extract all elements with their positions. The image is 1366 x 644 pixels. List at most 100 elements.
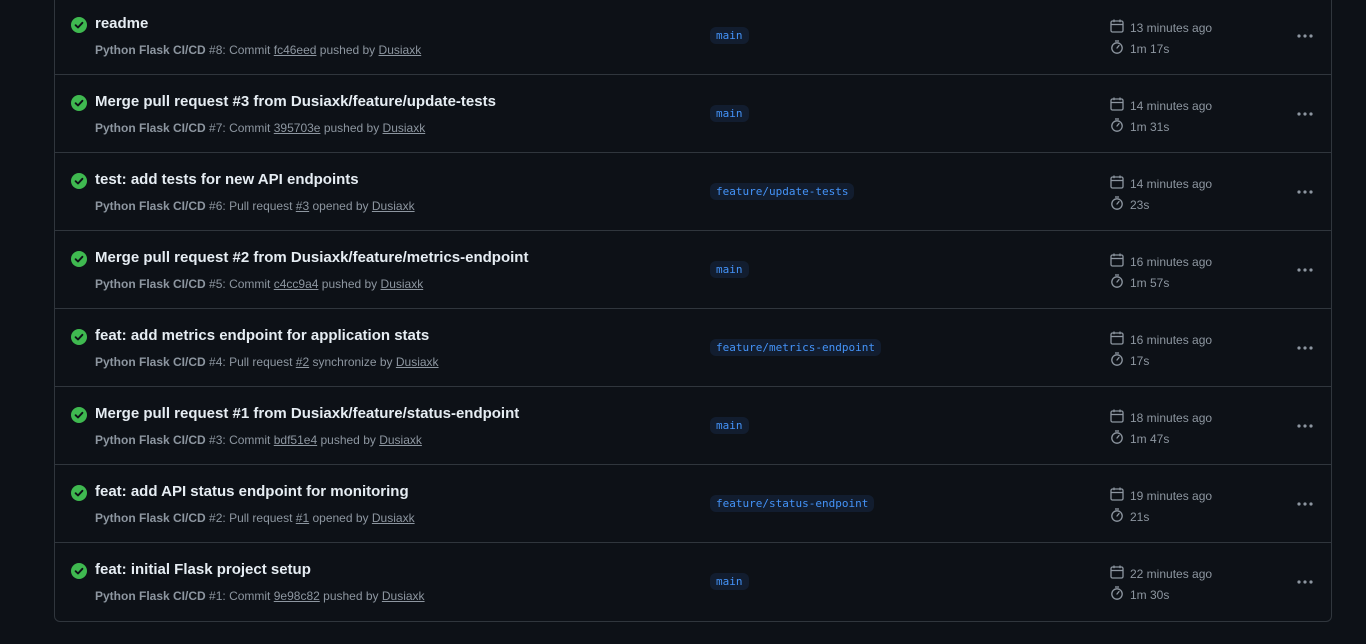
kebab-horizontal-icon <box>1297 346 1313 350</box>
branch-label[interactable]: feature/update-tests <box>710 183 855 200</box>
success-check-icon <box>71 95 87 111</box>
run-title-link[interactable]: test: add tests for new API endpoints <box>95 171 359 188</box>
ref-link[interactable]: 9e98c82 <box>274 589 320 603</box>
run-started: 19 minutes ago <box>1130 488 1213 503</box>
run-number: #7 <box>209 121 223 135</box>
event-type: Commit <box>229 433 271 447</box>
event-action: pushed by <box>323 589 379 603</box>
workflow-name: Python Flask CI/CD <box>95 199 206 213</box>
stopwatch-icon <box>1110 40 1130 57</box>
ref-link[interactable]: 395703e <box>274 121 321 135</box>
run-duration: 1m 17s <box>1130 41 1170 56</box>
run-meta: Python Flask CI/CD #6: Pull request #3 o… <box>95 199 415 213</box>
run-meta: Python Flask CI/CD #3: Commit bdf51e4 pu… <box>95 433 422 447</box>
branch-label[interactable]: main <box>710 261 749 278</box>
run-number: #2 <box>209 511 223 525</box>
run-started: 22 minutes ago <box>1130 566 1213 581</box>
event-action: synchronize by <box>312 355 393 369</box>
success-check-icon <box>71 173 87 189</box>
calendar-icon <box>1110 253 1130 270</box>
run-started: 16 minutes ago <box>1130 332 1213 347</box>
workflow-name: Python Flask CI/CD <box>95 277 206 291</box>
stopwatch-icon <box>1110 274 1130 291</box>
run-title-link[interactable]: feat: initial Flask project setup <box>95 561 311 578</box>
run-started: 14 minutes ago <box>1130 98 1213 113</box>
kebab-menu-button[interactable] <box>1291 415 1319 437</box>
kebab-menu-button[interactable] <box>1291 103 1319 125</box>
event-type: Pull request <box>229 199 293 213</box>
run-number: #1 <box>209 589 223 603</box>
run-title-link[interactable]: Merge pull request #2 from Dusiaxk/featu… <box>95 249 528 266</box>
run-started: 14 minutes ago <box>1130 176 1213 191</box>
event-type: Commit <box>229 589 271 603</box>
branch-label[interactable]: main <box>710 27 749 44</box>
actor-link[interactable]: Dusiaxk <box>383 121 426 135</box>
actor-link[interactable]: Dusiaxk <box>379 433 422 447</box>
actor-link[interactable]: Dusiaxk <box>372 199 415 213</box>
run-number: #5 <box>209 277 223 291</box>
actor-link[interactable]: Dusiaxk <box>379 43 422 57</box>
run-title-link[interactable]: Merge pull request #1 from Dusiaxk/featu… <box>95 405 519 422</box>
branch-label[interactable]: feature/status-endpoint <box>710 495 875 512</box>
workflow-name: Python Flask CI/CD <box>95 589 206 603</box>
actor-link[interactable]: Dusiaxk <box>396 355 439 369</box>
workflow-run-row: Merge pull request #3 from Dusiaxk/featu… <box>55 75 1331 153</box>
run-title-link[interactable]: Merge pull request #3 from Dusiaxk/featu… <box>95 93 496 110</box>
actor-link[interactable]: Dusiaxk <box>381 277 424 291</box>
kebab-menu-button[interactable] <box>1291 571 1319 593</box>
kebab-menu-button[interactable] <box>1291 259 1319 281</box>
kebab-horizontal-icon <box>1297 34 1313 38</box>
event-type: Commit <box>229 121 271 135</box>
kebab-horizontal-icon <box>1297 580 1313 584</box>
kebab-menu-button[interactable] <box>1291 25 1319 47</box>
event-type: Commit <box>229 43 271 57</box>
ref-link[interactable]: bdf51e4 <box>274 433 317 447</box>
ref-link[interactable]: #2 <box>296 355 309 369</box>
ref-link[interactable]: #1 <box>296 511 309 525</box>
run-title-link[interactable]: feat: add API status endpoint for monito… <box>95 483 409 500</box>
run-meta: Python Flask CI/CD #8: Commit fc46eed pu… <box>95 43 422 57</box>
workflow-runs-list: readme Python Flask CI/CD #8: Commit fc4… <box>54 0 1332 622</box>
workflow-name: Python Flask CI/CD <box>95 121 206 135</box>
calendar-icon <box>1110 409 1130 426</box>
calendar-icon <box>1110 487 1130 504</box>
run-title-link[interactable]: feat: add metrics endpoint for applicati… <box>95 327 429 344</box>
kebab-horizontal-icon <box>1297 502 1313 506</box>
stopwatch-icon <box>1110 118 1130 135</box>
run-duration: 1m 31s <box>1130 119 1170 134</box>
kebab-horizontal-icon <box>1297 190 1313 194</box>
workflow-run-row: Merge pull request #1 from Dusiaxk/featu… <box>55 387 1331 465</box>
run-title-link[interactable]: readme <box>95 15 148 32</box>
workflow-run-row: feat: initial Flask project setup Python… <box>55 543 1331 621</box>
branch-label[interactable]: main <box>710 573 749 590</box>
branch-label[interactable]: feature/metrics-endpoint <box>710 339 881 356</box>
kebab-menu-button[interactable] <box>1291 181 1319 203</box>
actor-link[interactable]: Dusiaxk <box>372 511 415 525</box>
success-check-icon <box>71 251 87 267</box>
calendar-icon <box>1110 565 1130 582</box>
success-check-icon <box>71 407 87 423</box>
run-meta: Python Flask CI/CD #7: Commit 395703e pu… <box>95 121 426 135</box>
run-duration: 23s <box>1130 197 1150 212</box>
success-check-icon <box>71 329 87 345</box>
calendar-icon <box>1110 331 1130 348</box>
kebab-menu-button[interactable] <box>1291 493 1319 515</box>
run-number: #4 <box>209 355 223 369</box>
workflow-name: Python Flask CI/CD <box>95 43 206 57</box>
run-timing: 16 minutes ago 17s <box>1110 329 1212 371</box>
branch-label[interactable]: main <box>710 105 749 122</box>
actor-link[interactable]: Dusiaxk <box>382 589 425 603</box>
ref-link[interactable]: fc46eed <box>274 43 317 57</box>
branch-label[interactable]: main <box>710 417 749 434</box>
stopwatch-icon <box>1110 352 1130 369</box>
ref-link[interactable]: c4cc9a4 <box>274 277 319 291</box>
kebab-menu-button[interactable] <box>1291 337 1319 359</box>
workflow-run-row: Merge pull request #2 from Dusiaxk/featu… <box>55 231 1331 309</box>
run-duration: 21s <box>1130 509 1150 524</box>
workflow-name: Python Flask CI/CD <box>95 355 206 369</box>
ref-link[interactable]: #3 <box>296 199 309 213</box>
event-action: pushed by <box>321 277 378 291</box>
run-timing: 13 minutes ago 1m 17s <box>1110 17 1212 59</box>
stopwatch-icon <box>1110 196 1130 213</box>
kebab-horizontal-icon <box>1297 112 1313 116</box>
